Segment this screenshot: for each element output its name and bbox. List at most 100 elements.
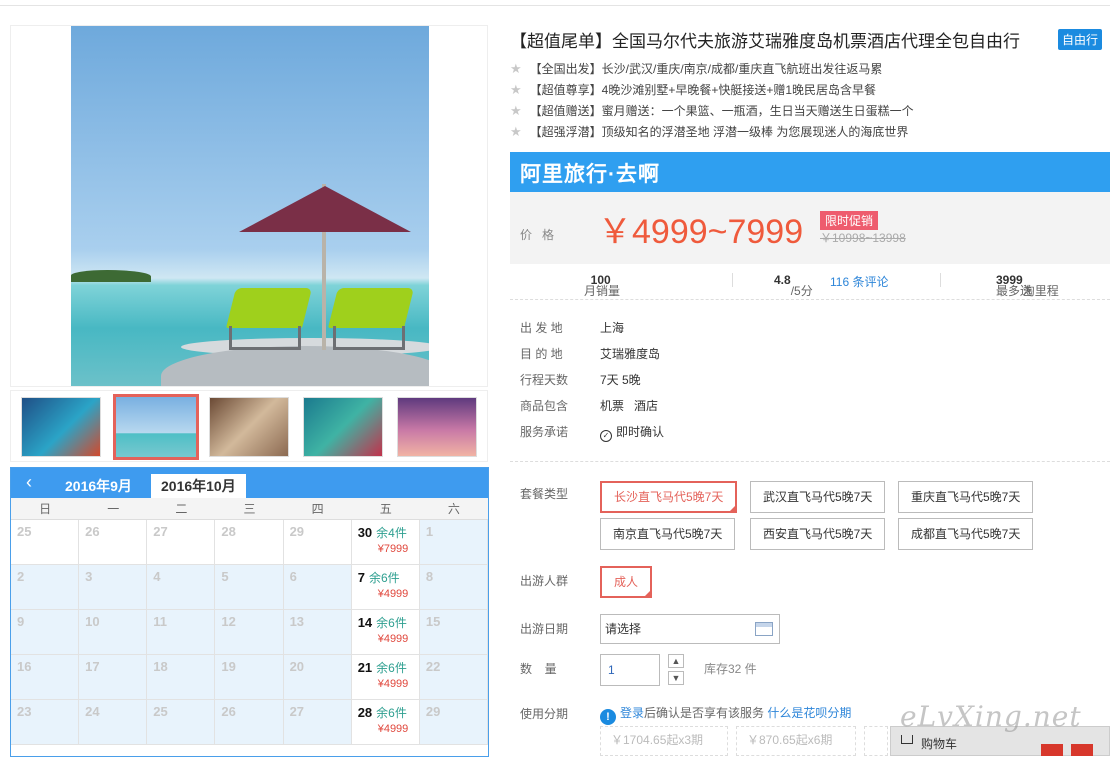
calendar-day: 1 [419, 520, 488, 565]
reviews-link[interactable]: 116 条评论 [830, 273, 888, 290]
product-title: 【超值尾单】全国马尔代夫旅游艾瑞雅度岛机票酒店代理全包自由行 [510, 32, 1020, 51]
quantity-input[interactable]: 1 [600, 654, 660, 686]
brand-name: 阿里旅行·去啊 [520, 163, 660, 186]
original-price: ￥10998~13998 [820, 231, 906, 245]
info-includes: 商品包含 机票 酒店 [520, 397, 658, 414]
divider [940, 273, 941, 287]
day-price: ¥4999 [377, 633, 409, 645]
chair-frame [333, 326, 405, 350]
day-number: 27 [153, 524, 168, 539]
login-link[interactable]: 登录 [620, 706, 644, 720]
date-select-input[interactable]: 请选择 [600, 614, 780, 644]
installment-option-6[interactable]: ￥870.65起x6期 [736, 726, 856, 756]
traveler-option-adult[interactable]: 成人 [600, 566, 653, 598]
chair-frame [229, 326, 301, 350]
day-stock: 余6件 [376, 616, 407, 630]
chevron-left-icon[interactable]: ‹ [19, 472, 39, 494]
day-number: 11 [153, 614, 168, 629]
calendar-day: 27 [147, 520, 216, 565]
installment-option-more[interactable] [864, 726, 888, 756]
calendar-day: 5 [215, 565, 284, 610]
calendar-day: 13 [283, 610, 352, 655]
calendar-day-available[interactable]: 14 余6件 ¥4999 [351, 610, 420, 655]
day-number: 1 [425, 524, 434, 539]
divider [732, 273, 733, 287]
calendar-grid: 25 26 27 28 29 30 余4件 ¥7999 1 2 3 4 5 6 7 余6件 ¥4999 8 9 10 1… [11, 520, 488, 745]
calendar-day: 25 [147, 700, 216, 745]
installment-option-3[interactable]: ￥1704.65起x3期 [600, 726, 728, 756]
increment-icon[interactable]: ▲ [668, 654, 684, 668]
day-number: 25 [17, 524, 32, 539]
rating-value: 4.8 [774, 273, 791, 287]
day-number: 14 [357, 615, 373, 630]
calendar-header: ‹ 2016年9月 2016年10月 [11, 468, 488, 498]
thumbnail-3[interactable] [209, 397, 289, 457]
calendar-day: 22 [419, 655, 488, 700]
huabei-help-link[interactable]: 什么是花呗分期 [767, 706, 851, 720]
monthly-sales-label: 月销量 [584, 284, 621, 298]
package-option-changsha[interactable]: 长沙直飞马代5晚7天 [600, 481, 738, 513]
installment-label: 使用分期 [520, 707, 569, 721]
weekday-label: 日 [39, 502, 52, 516]
info-icon: ! [600, 709, 616, 725]
month-tab-oct[interactable]: 2016年10月 [151, 474, 246, 498]
day-number: 24 [85, 704, 100, 719]
monthly-sales: 月销量 100 [584, 273, 620, 298]
brand-banner: 阿里旅行·去啊 [510, 152, 1110, 192]
umbrella [239, 186, 411, 232]
package-option-xian[interactable]: 西安直飞马代5晚7天 [750, 518, 886, 550]
info-value: 上海 [600, 321, 625, 335]
stats-bar: 月销量 100 4.8 /5分 116 条评论 最多送 3999 淘里程 [510, 264, 1110, 300]
package-option-nanjing[interactable]: 南京直飞马代5晚7天 [600, 518, 736, 550]
calendar-day: 27 [283, 700, 352, 745]
calendar-day-available[interactable]: 30 余4件 ¥7999 [351, 520, 420, 565]
points-suffix: 淘里程 [1022, 284, 1059, 298]
star-icon: ★ [510, 103, 522, 118]
calendar-day: 23 [11, 700, 80, 745]
package-option-chongqing[interactable]: 重庆直飞马代5晚7天 [898, 481, 1034, 513]
day-price: ¥4999 [377, 588, 409, 600]
calendar-day-available[interactable]: 28 余6件 ¥4999 [351, 700, 420, 745]
calendar-day: 2 [11, 565, 80, 610]
calendar-day-available[interactable]: 21 余6件 ¥4999 [351, 655, 420, 700]
main-product-image [10, 25, 488, 387]
price-label: 价格 [520, 228, 565, 242]
calendar-icon[interactable] [755, 622, 773, 636]
package-option-wuhan[interactable]: 武汉直飞马代5晚7天 [750, 481, 886, 513]
calendar-day: 24 [79, 700, 148, 745]
day-number: 19 [221, 659, 236, 674]
day-number: 28 [221, 524, 236, 539]
day-number: 4 [153, 569, 161, 584]
calendar-day-available[interactable]: 7 余6件 ¥4999 [351, 565, 420, 610]
thumbnail-strip [10, 390, 488, 462]
calendar-day: 25 [11, 520, 80, 565]
info-days: 行程天数 7天 5晚 [520, 371, 641, 388]
price-box: 价格 ￥4999~7999 限时促销 ￥10998~13998 [510, 192, 1110, 264]
calendar-day: 11 [147, 610, 216, 655]
thumbnail-2-active[interactable] [113, 394, 199, 460]
calendar-day: 10 [79, 610, 148, 655]
thumbnail-1[interactable] [21, 397, 101, 457]
thumbnail-4[interactable] [303, 397, 383, 457]
calendar-day: 6 [283, 565, 352, 610]
calendar-day: 26 [79, 520, 148, 565]
package-option-chengdu[interactable]: 成都直飞马代5晚7天 [898, 518, 1034, 550]
decrement-icon[interactable]: ▼ [668, 671, 684, 685]
cart-label: 购物车 [921, 737, 958, 751]
day-number: 3 [85, 569, 93, 584]
thumbnail-5[interactable] [397, 397, 477, 457]
date-placeholder: 请选择 [605, 622, 642, 636]
day-number: 15 [425, 614, 441, 629]
deck [161, 346, 429, 386]
day-number: 5 [221, 569, 229, 584]
calendar-day: 19 [215, 655, 284, 700]
calendar-day: 4 [147, 565, 216, 610]
weekday-label: 四 [311, 502, 324, 516]
calendar-day: 20 [283, 655, 352, 700]
day-number: 23 [17, 704, 32, 719]
lounge-chair [226, 288, 312, 328]
promo-badge: 限时促销 [820, 211, 879, 230]
lounge-chair [328, 288, 414, 328]
month-tab-sept[interactable]: 2016年9月 [55, 474, 142, 498]
feature-text: 【超值赠送】蜜月赠送：一个果篮、一瓶酒，生日当天赠送生日蛋糕一个 [529, 104, 914, 118]
